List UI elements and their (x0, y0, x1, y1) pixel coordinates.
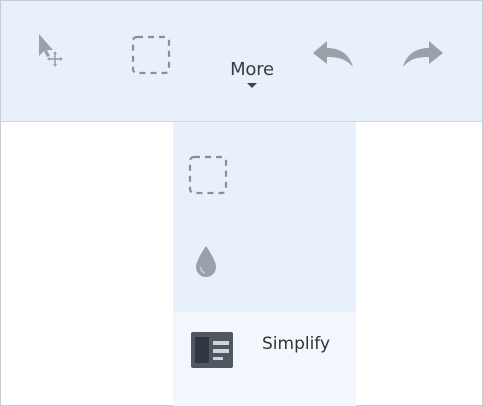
rectangle-select-tool-button[interactable] (129, 33, 173, 77)
redo-icon (399, 37, 447, 73)
dropdown-item-drop[interactable] (173, 214, 356, 312)
more-dropdown-menu: Simplify (173, 122, 356, 406)
app-window: More Simplify (0, 0, 483, 406)
drop-icon (193, 244, 219, 284)
undo-icon (309, 37, 357, 73)
simplify-icon (190, 330, 234, 374)
dropdown-item-simplify[interactable]: Simplify (173, 312, 356, 406)
move-select-icon (31, 31, 71, 71)
simplify-label: Simplify (262, 334, 331, 354)
more-button[interactable]: More (221, 59, 283, 99)
redo-button[interactable] (399, 37, 447, 73)
rectangle-select-icon (129, 33, 173, 77)
rectangle-select-icon (187, 154, 229, 200)
undo-button[interactable] (309, 37, 357, 73)
toolbar: More (1, 1, 482, 122)
move-select-tool-button[interactable] (31, 31, 71, 71)
dropdown-item-rectangle-select[interactable] (173, 122, 356, 214)
chevron-down-icon (247, 83, 257, 88)
more-label: More (230, 59, 274, 80)
